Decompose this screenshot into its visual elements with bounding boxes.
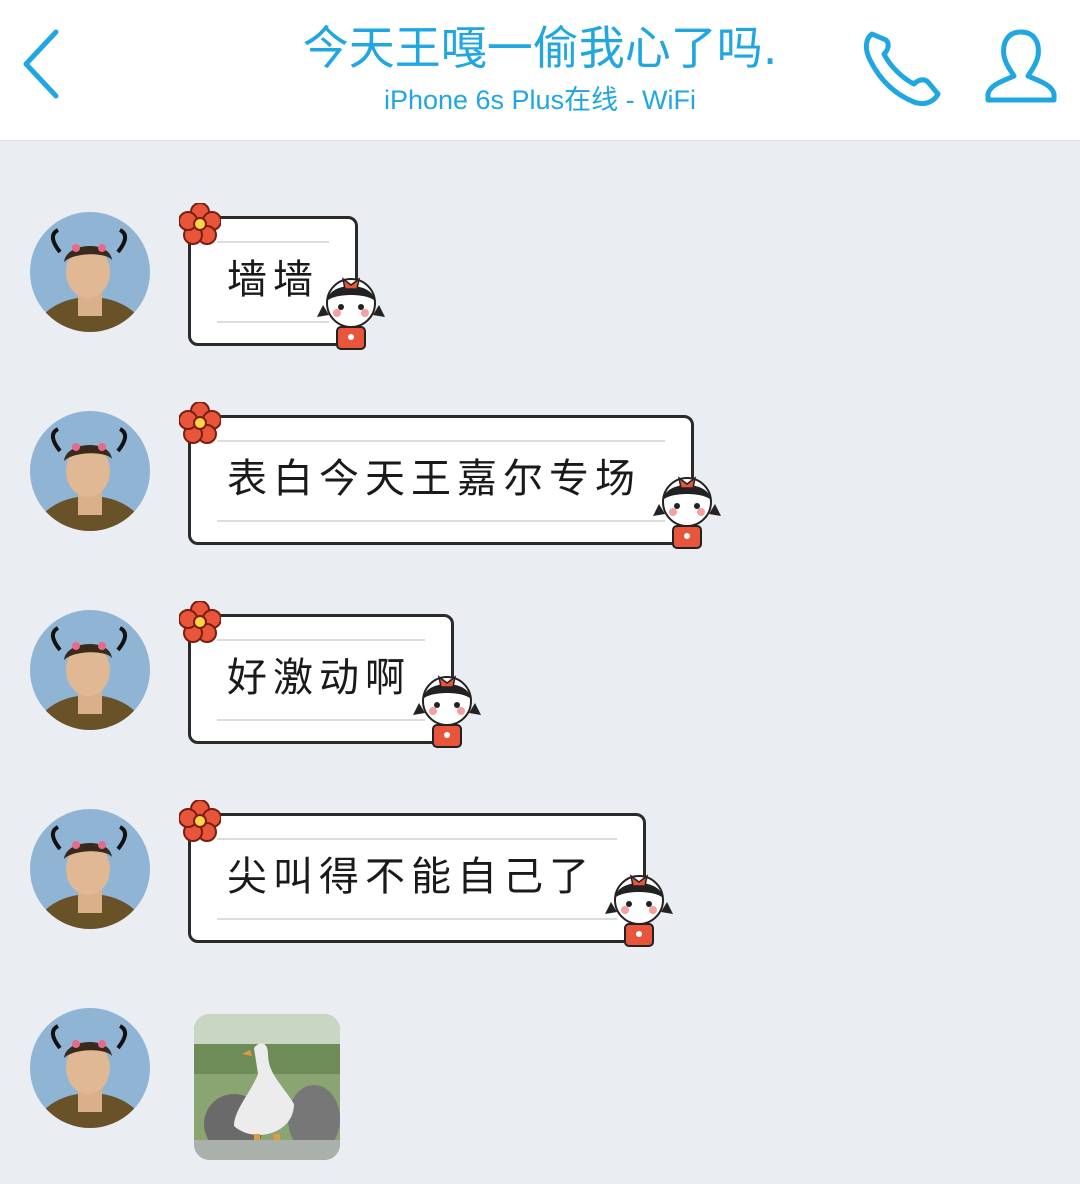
chat-header: 今天王嘎一偷我心了吗. iPhone 6s Plus在线 - WiFi [0,0,1080,141]
message-bubble[interactable]: 尖叫得不能自己了 [179,800,673,947]
sender-avatar[interactable] [30,411,150,531]
back-button[interactable] [10,22,70,102]
bubble-decor-line [217,241,329,243]
message-bubble[interactable]: 好激动啊 [179,601,481,748]
girl-sticker-icon [653,476,721,549]
sender-avatar[interactable] [30,212,150,332]
bubble-decor-line [217,918,617,920]
bubble-decor-line [217,838,617,840]
profile-button[interactable] [980,24,1062,110]
message-text: 好激动啊 [227,655,411,701]
message-text: 墙墙 [227,257,319,303]
chat-screen: 今天王嘎一偷我心了吗. iPhone 6s Plus在线 - WiFi 墙墙 表… [0,0,1080,1184]
message-bubble[interactable]: 墙墙 [179,203,385,350]
flower-icon [179,402,221,444]
sender-avatar[interactable] [30,1008,150,1128]
sender-avatar[interactable] [30,610,150,730]
flower-icon [179,800,221,842]
message-text: 表白今天王嘉尔专场 [227,456,641,502]
image-message[interactable] [194,1014,340,1160]
contact-name: 今天王嘎一偷我心了吗. [302,21,778,75]
bubble-decor-line [217,321,329,323]
chat-title-area: 今天王嘎一偷我心了吗. iPhone 6s Plus在线 - WiFi [230,18,850,120]
avatar-image [30,1008,150,1128]
bubble-decor-line [217,639,425,641]
avatar-image [30,809,150,929]
message-text: 尖叫得不能自己了 [227,854,595,900]
bubble-decor-line [217,719,425,721]
sender-avatar[interactable] [30,809,150,929]
avatar-image [30,610,150,730]
girl-sticker-icon [605,874,673,947]
flower-icon [179,203,221,245]
flower-icon [179,601,221,643]
person-icon [985,29,1057,103]
avatar-image [30,411,150,531]
goose-photo [194,1014,340,1160]
phone-icon [863,31,941,107]
message-bubble[interactable]: 表白今天王嘉尔专场 [179,402,721,549]
call-button[interactable] [858,24,944,110]
avatar-image [30,212,150,332]
girl-sticker-icon [317,277,385,350]
online-status: iPhone 6s Plus在线 - WiFi [383,85,697,115]
bubble-decor-line [217,520,665,522]
girl-sticker-icon [413,675,481,748]
bubble-decor-line [217,440,665,442]
chevron-left-icon [23,29,59,99]
